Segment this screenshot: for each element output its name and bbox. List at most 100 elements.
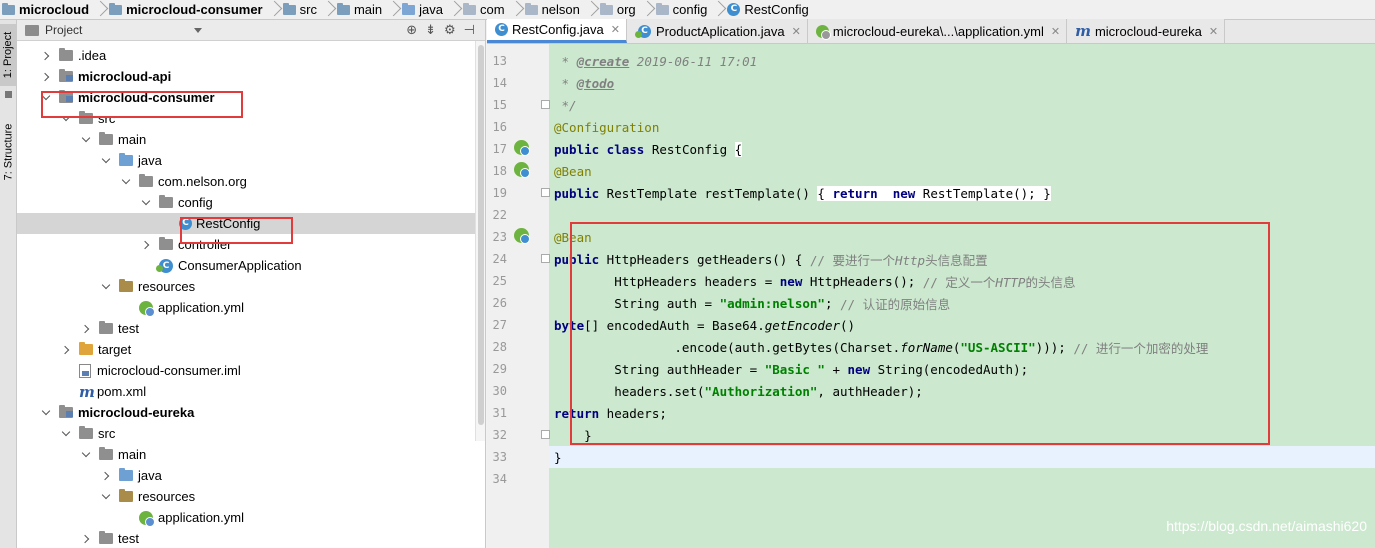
- code-line[interactable]: @Configuration: [549, 116, 1375, 138]
- breadcrumb-item[interactable]: src: [281, 0, 335, 19]
- tree-item[interactable]: main: [17, 444, 485, 465]
- code-editor[interactable]: 13 * @create 2019-06-11 17:01 14 * @todo 1…: [487, 44, 1375, 548]
- chevron-down-icon[interactable]: [41, 408, 51, 418]
- editor-tab[interactable]: microcloud-eureka\...\application.yml ✕: [807, 19, 1068, 43]
- code-line[interactable]: [549, 468, 1375, 490]
- code-line[interactable]: .encode(auth.getBytes(Charset. forName("U…: [549, 336, 1375, 358]
- tree-item[interactable]: C RestConfig: [17, 213, 485, 234]
- code-line[interactable]: return headers;: [549, 402, 1375, 424]
- close-icon[interactable]: ✕: [792, 25, 801, 38]
- breadcrumb-item[interactable]: microcloud-consumer: [107, 0, 281, 19]
- chevron-down-icon[interactable]: [121, 177, 131, 187]
- tree-item[interactable]: application.yml: [17, 297, 485, 318]
- code-line[interactable]: byte[] encodedAuth = Base64. getEncoder(): [549, 314, 1375, 336]
- project-scrollbar[interactable]: [475, 41, 485, 441]
- breadcrumb-item[interactable]: microcloud: [0, 0, 107, 19]
- hide-icon[interactable]: ⊣: [464, 22, 475, 38]
- chevron-right-icon[interactable]: [81, 324, 91, 334]
- spring-bean-gutter-icon[interactable]: [514, 162, 530, 178]
- code-line[interactable]: }: [549, 424, 1375, 446]
- tree-item[interactable]: resources: [17, 486, 485, 507]
- code-line[interactable]: @Bean: [549, 226, 1375, 248]
- chevron-right-icon[interactable]: [81, 534, 91, 544]
- code-line[interactable]: public class RestConfig {: [549, 138, 1375, 160]
- chevron-down-icon[interactable]: [61, 429, 71, 439]
- breadcrumb-item[interactable]: config: [654, 0, 726, 19]
- editor-tab[interactable]: C ProductAplication.java ✕: [627, 19, 808, 43]
- chevron-right-icon[interactable]: [41, 72, 51, 82]
- breadcrumb-item[interactable]: com: [461, 0, 523, 19]
- tree-item-label: target: [98, 342, 132, 357]
- line-number: 32: [492, 428, 507, 442]
- code-line[interactable]: [549, 204, 1375, 226]
- chevron-down-icon[interactable]: [101, 282, 111, 292]
- tree-item[interactable]: main: [17, 129, 485, 150]
- chevron-down-icon[interactable]: [61, 114, 71, 124]
- tree-item[interactable]: m pom.xml: [17, 381, 485, 402]
- chevron-right-icon[interactable]: [61, 345, 71, 355]
- code-line[interactable]: */: [549, 94, 1375, 116]
- tree-item[interactable]: C ConsumerApplication: [17, 255, 485, 276]
- structure-tool-tab[interactable]: 7: Structure: [0, 116, 17, 188]
- tree-item[interactable]: microcloud-consumer: [17, 87, 485, 108]
- tree-item[interactable]: .idea: [17, 45, 485, 66]
- chevron-down-icon[interactable]: [101, 492, 111, 502]
- tree-item[interactable]: target: [17, 339, 485, 360]
- editor-tab[interactable]: C RestConfig.java ✕: [487, 19, 627, 43]
- project-tool-tab[interactable]: 1: Project: [0, 24, 17, 86]
- code-line[interactable]: String auth = "admin:nelson"; // 认证的原始信息: [549, 292, 1375, 314]
- tree-item[interactable]: config: [17, 192, 485, 213]
- package-icon: [463, 2, 476, 15]
- chevron-down-icon[interactable]: [141, 198, 151, 208]
- spring-bean-gutter-icon[interactable]: [514, 228, 530, 244]
- tree-item[interactable]: java: [17, 465, 485, 486]
- tree-item[interactable]: microcloud-api: [17, 66, 485, 87]
- breadcrumb-item[interactable]: java: [400, 0, 461, 19]
- project-view-selector[interactable]: Project: [45, 23, 82, 37]
- chevron-down-icon[interactable]: [81, 450, 91, 460]
- chevron-right-icon[interactable]: [141, 240, 151, 250]
- tree-item[interactable]: com.nelson.org: [17, 171, 485, 192]
- tree-item[interactable]: src: [17, 108, 485, 129]
- code-line[interactable]: headers.set("Authorization", authHeader)…: [549, 380, 1375, 402]
- code-line[interactable]: public RestTemplate restTemplate() { ret…: [549, 182, 1375, 204]
- breadcrumb-item[interactable]: C RestConfig: [725, 0, 812, 19]
- chevron-down-icon[interactable]: [81, 135, 91, 145]
- close-icon[interactable]: ✕: [611, 23, 620, 36]
- tree-item[interactable]: src: [17, 423, 485, 444]
- tree-item[interactable]: controller: [17, 234, 485, 255]
- spring-config-gutter-icon[interactable]: [514, 140, 530, 156]
- tree-item[interactable]: test: [17, 528, 485, 548]
- gear-icon[interactable]: ⚙: [444, 22, 456, 38]
- code-line[interactable]: * @todo: [549, 72, 1375, 94]
- close-icon[interactable]: ✕: [1209, 25, 1218, 38]
- code-line[interactable]: }: [549, 446, 1375, 468]
- editor-tab[interactable]: m microcloud-eureka ✕: [1067, 19, 1226, 43]
- tree-item[interactable]: microcloud-consumer.iml: [17, 360, 485, 381]
- tree-item[interactable]: resources: [17, 276, 485, 297]
- chevron-down-icon[interactable]: [41, 93, 51, 103]
- package-icon: [524, 2, 538, 15]
- chevron-right-icon[interactable]: [101, 471, 111, 481]
- breadcrumb-item[interactable]: nelson: [523, 0, 598, 19]
- target-icon[interactable]: ⊕: [406, 22, 417, 38]
- tree-item[interactable]: java: [17, 150, 485, 171]
- close-icon[interactable]: ✕: [1051, 25, 1060, 38]
- chevron-down-icon[interactable]: [101, 156, 111, 166]
- breadcrumb-item[interactable]: main: [335, 0, 400, 19]
- code-line[interactable]: @Bean: [549, 160, 1375, 182]
- collapse-icon[interactable]: ⇟: [425, 22, 436, 38]
- chevron-down-icon[interactable]: [194, 27, 203, 33]
- code-line[interactable]: HttpHeaders headers = new HttpHeaders();…: [549, 270, 1375, 292]
- code-line[interactable]: public HttpHeaders getHeaders() { // 要进行…: [549, 248, 1375, 270]
- code-line[interactable]: String authHeader = "Basic " + new Strin…: [549, 358, 1375, 380]
- structure-tool-tab-label: 7: Structure: [2, 123, 15, 181]
- breadcrumb-item[interactable]: org: [598, 0, 654, 19]
- tree-item[interactable]: microcloud-eureka: [17, 402, 485, 423]
- module-folder-icon: [59, 69, 73, 82]
- tree-item[interactable]: test: [17, 318, 485, 339]
- project-scrollbar-thumb[interactable]: [478, 45, 484, 425]
- chevron-right-icon[interactable]: [41, 51, 51, 61]
- code-line[interactable]: * @create 2019-06-11 17:01: [549, 50, 1375, 72]
- tree-item[interactable]: application.yml: [17, 507, 485, 528]
